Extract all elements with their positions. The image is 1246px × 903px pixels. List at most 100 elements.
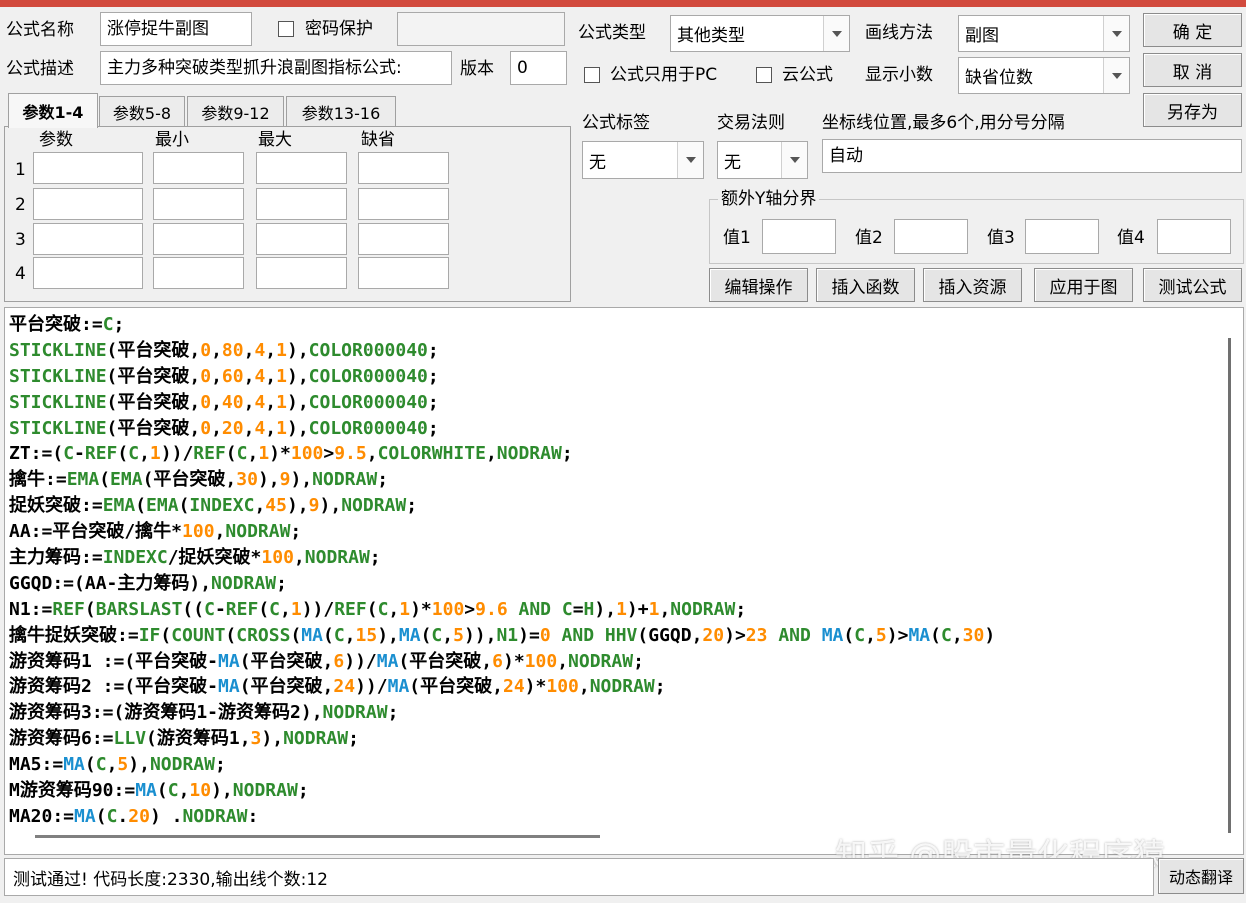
- code-token: (平台突破,: [106, 365, 201, 387]
- y-value1-input[interactable]: [762, 219, 836, 254]
- dynamic-translate-button[interactable]: 动态翻译: [1158, 858, 1244, 894]
- formula-tag-select[interactable]: 无: [582, 141, 704, 179]
- password-input[interactable]: [397, 12, 565, 46]
- code-line: AA:=平台突破/擒牛*100,NODRAW;: [9, 519, 995, 545]
- param-name-input[interactable]: [33, 257, 143, 289]
- param-max-input[interactable]: [256, 188, 347, 220]
- code-token: (: [156, 780, 168, 802]
- ok-button[interactable]: 确 定: [1143, 13, 1242, 47]
- code-token: 100: [431, 598, 465, 620]
- code-token: REF: [334, 598, 367, 620]
- code-token: )>: [724, 624, 746, 646]
- trade-rule-select[interactable]: 无: [717, 141, 808, 179]
- draw-method-value: 副图: [965, 26, 999, 46]
- param-default-input[interactable]: [358, 152, 449, 184]
- vertical-scrollbar[interactable]: [1228, 338, 1231, 833]
- param-min-input[interactable]: [153, 188, 244, 220]
- code-token: REF: [52, 598, 85, 620]
- code-token: )*: [524, 676, 547, 698]
- param-name-input[interactable]: [33, 223, 143, 255]
- code-token: (: [84, 598, 96, 620]
- code-token: NODRAW: [322, 702, 388, 724]
- param-min-input[interactable]: [153, 223, 244, 255]
- code-token: ,: [344, 624, 356, 646]
- chevron-down-icon[interactable]: [823, 16, 849, 51]
- param-max-input[interactable]: [256, 257, 347, 289]
- apply-to-chart-button[interactable]: 应用于图: [1034, 268, 1133, 302]
- code-token: ),: [319, 495, 342, 517]
- y-value2-input[interactable]: [894, 219, 968, 254]
- param-name-input[interactable]: [33, 152, 143, 184]
- param-row-number: 2: [15, 195, 26, 215]
- param-max-input[interactable]: [256, 152, 347, 184]
- code-token: (: [930, 624, 941, 646]
- code-token: (平台突破,: [106, 417, 201, 439]
- horizontal-scrollbar[interactable]: [35, 835, 600, 838]
- code-token: 擒牛:=: [9, 469, 67, 491]
- y-value4-input[interactable]: [1157, 219, 1231, 254]
- param-max-input[interactable]: [256, 223, 347, 255]
- code-token: LLV: [113, 728, 147, 750]
- param-default-input[interactable]: [358, 257, 449, 289]
- save-as-button[interactable]: 另存为: [1143, 93, 1242, 127]
- axis-lines-label: 坐标线位置,最多6个,用分号分隔: [822, 113, 1065, 133]
- tab-params-9-12[interactable]: 参数9-12: [187, 96, 284, 126]
- chevron-down-icon[interactable]: [781, 142, 807, 178]
- code-token: EMA: [110, 469, 143, 491]
- draw-method-label: 画线方法: [865, 23, 933, 43]
- code-token: ,: [865, 624, 876, 646]
- edit-ops-button[interactable]: 编辑操作: [709, 268, 808, 302]
- axis-lines-input[interactable]: 自动: [822, 139, 1242, 173]
- chevron-down-icon[interactable]: [1103, 58, 1129, 93]
- code-token: ;: [348, 728, 359, 750]
- code-line: STICKLINE(平台突破,0,40,4,1),COLOR000040;: [9, 390, 995, 416]
- insert-resource-button[interactable]: 插入资源: [923, 268, 1022, 302]
- password-checkbox[interactable]: [278, 21, 294, 37]
- tab-params-5-8[interactable]: 参数5-8: [99, 96, 185, 126]
- chevron-down-icon[interactable]: [677, 142, 703, 178]
- code-token: 主力筹码:=: [9, 547, 103, 569]
- code-token: C: [854, 624, 866, 646]
- draw-method-select[interactable]: 副图: [958, 15, 1130, 52]
- param-min-input[interactable]: [153, 257, 244, 289]
- code-token: ,: [280, 598, 291, 620]
- code-token: MA: [218, 650, 240, 672]
- pc-only-checkbox[interactable]: [584, 67, 600, 83]
- insert-function-button[interactable]: 插入函数: [816, 268, 915, 302]
- cloud-formula-checkbox[interactable]: [756, 67, 772, 83]
- code-token: MA: [387, 676, 410, 698]
- code-token: COLORWHITE: [377, 443, 486, 465]
- code-line: MA20:=MA(C.20) .NODRAW:: [9, 804, 995, 830]
- code-token: C: [236, 443, 248, 465]
- code-token: >: [464, 598, 476, 620]
- param-min-input[interactable]: [153, 152, 244, 184]
- chevron-down-icon[interactable]: [1103, 16, 1129, 51]
- test-formula-button[interactable]: 测试公式: [1143, 268, 1242, 302]
- code-token: )*: [410, 598, 432, 620]
- param-name-input[interactable]: [33, 188, 143, 220]
- code-token: (: [322, 624, 334, 646]
- code-token: :: [247, 805, 259, 827]
- cancel-button[interactable]: 取 消: [1143, 53, 1242, 87]
- param-default-input[interactable]: [358, 188, 449, 220]
- tab-params-1-4[interactable]: 参数1-4: [8, 93, 98, 128]
- code-token: ;: [290, 521, 302, 543]
- code-token: (: [99, 469, 111, 491]
- formula-name-input[interactable]: 涨停捉牛副图: [100, 12, 252, 46]
- code-line: ZT:=(C-REF(C,1))/REF(C,1)*100>9.5,COLORW…: [9, 441, 995, 467]
- version-input[interactable]: 0: [510, 51, 567, 85]
- code-token: =: [572, 598, 584, 620]
- formula-desc-input[interactable]: 主力多种突破类型抓升浪副图指标公式:: [100, 51, 452, 85]
- code-token: ),: [211, 780, 233, 802]
- code-token: ,: [485, 443, 497, 465]
- code-token: (: [843, 624, 855, 646]
- code-token: MA: [376, 650, 399, 672]
- tab-params-13-16[interactable]: 参数13-16: [286, 96, 396, 126]
- formula-type-select[interactable]: 其他类型: [670, 15, 850, 52]
- code-editor[interactable]: 平台突破:=C; STICKLINE(平台突破,0,80,4,1),COLOR00…: [4, 307, 1244, 855]
- y-value3-input[interactable]: [1025, 219, 1099, 254]
- param-default-input[interactable]: [358, 223, 449, 255]
- code-token: ))/: [355, 676, 388, 698]
- code-token: )*: [269, 443, 291, 465]
- decimal-select[interactable]: 缺省位数: [958, 57, 1130, 94]
